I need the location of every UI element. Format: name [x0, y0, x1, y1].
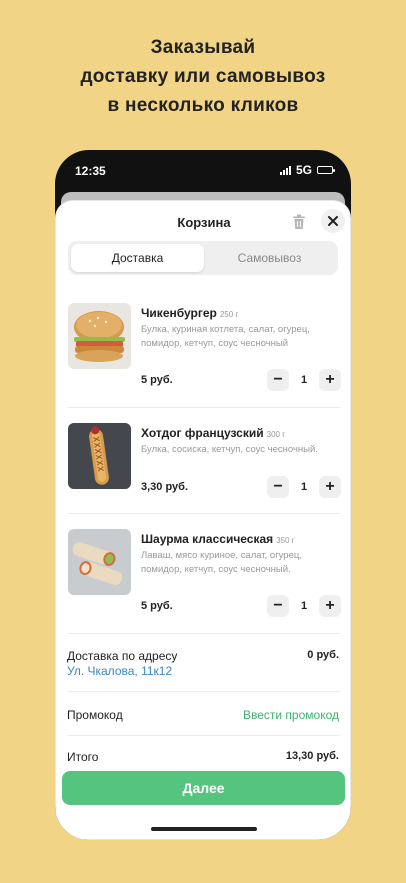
home-indicator [151, 827, 257, 831]
item-name: Шаурма классическая [141, 532, 274, 546]
cart-sheet: Корзина Доставка Самовывоз Чикенбургер 2… [55, 200, 351, 840]
signal-icon [279, 165, 291, 175]
decrease-button[interactable]: − [267, 595, 289, 617]
cart-title: Корзина [177, 215, 231, 230]
promo-label: Промокод [67, 708, 123, 722]
phone-frame: 12:35 5G Корзина Доставка Самовывоз Чике… [55, 150, 351, 840]
headline-line-2: доставку или самовывоз [80, 66, 326, 87]
item-image-hotdog [68, 423, 131, 489]
divider [68, 407, 340, 408]
item-weight: 250 г [219, 310, 239, 319]
item-description: Булка, куриная котлета, салат, огурец, п… [141, 324, 310, 349]
decrease-button[interactable]: − [267, 369, 289, 391]
tab-delivery[interactable]: Доставка [71, 244, 204, 272]
network-label: 5G [295, 163, 312, 177]
next-button[interactable]: Далее [62, 771, 345, 805]
promo-button[interactable]: Ввести промокод [243, 708, 339, 722]
headline-line-1: Заказывай [150, 37, 256, 58]
tab-pickup[interactable]: Самовывоз [203, 244, 336, 272]
delivery-address[interactable]: Ул. Чкалова, 11к12 [67, 664, 172, 678]
delivery-label: Доставка по адресу [67, 649, 178, 663]
divider [68, 513, 340, 514]
item-name: Хотдог французский [141, 426, 264, 440]
decrease-button[interactable]: − [267, 476, 289, 498]
status-bar: 12:35 5G [55, 150, 351, 190]
quantity-value: 1 [300, 600, 308, 612]
item-description: Булка, сосиска, кетчуп, соус чесночный. [141, 444, 318, 455]
item-weight: 350 г [276, 536, 295, 545]
trash-icon[interactable] [292, 214, 306, 230]
item-image-burger [68, 303, 131, 369]
cart-item: Чикенбургер 250 г Булка, куриная котлета,… [68, 303, 341, 393]
quantity-stepper: − 1 + [267, 369, 341, 391]
delivery-price: 0 руб. [307, 649, 339, 661]
divider [68, 735, 340, 736]
status-time: 12:35 [75, 164, 106, 178]
item-price: 5 руб. [141, 600, 173, 612]
quantity-stepper: − 1 + [267, 476, 341, 498]
close-button[interactable] [321, 209, 345, 233]
divider [68, 633, 340, 634]
item-name: Чикенбургер [141, 306, 217, 320]
total-value: 13,30 руб. [285, 750, 339, 762]
quantity-value: 1 [300, 481, 308, 493]
divider [68, 691, 340, 692]
headline-line-3: в несколько кликов [107, 95, 299, 116]
increase-button[interactable]: + [319, 595, 341, 617]
item-price: 3,30 руб. [141, 481, 189, 493]
cart-item: Хотдог французский 300 г Булка, сосиска, … [68, 423, 341, 503]
cart-item: Шаурма классическая 350 г Лаваш, мясо кур… [68, 529, 341, 619]
increase-button[interactable]: + [319, 476, 341, 498]
battery-icon [317, 166, 335, 174]
delivery-tabs: Доставка Самовывоз [68, 241, 338, 275]
quantity-stepper: − 1 + [267, 595, 341, 617]
headline: Заказывай доставку или самовывоз в неско… [0, 33, 406, 120]
item-image-shawarma [68, 529, 131, 595]
item-weight: 300 г [266, 430, 286, 439]
close-icon [328, 216, 338, 226]
increase-button[interactable]: + [319, 369, 341, 391]
quantity-value: 1 [300, 374, 308, 386]
total-label: Итого [67, 750, 99, 764]
item-price: 5 руб. [141, 374, 173, 386]
item-description: Лаваш, мясо куриное, салат, огурец, поми… [141, 550, 302, 575]
